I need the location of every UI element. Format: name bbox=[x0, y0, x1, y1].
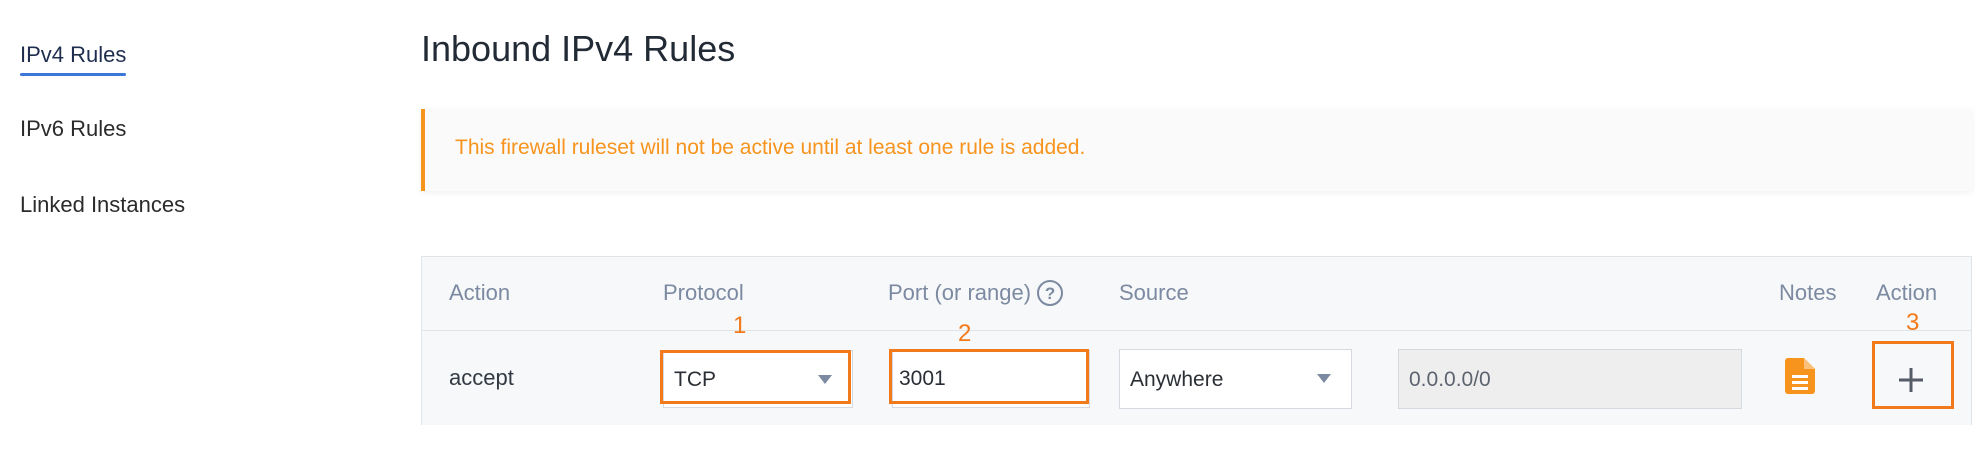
sidebar-item-linked-instances[interactable]: Linked Instances bbox=[20, 192, 185, 218]
sidebar-item-label: IPv6 Rules bbox=[20, 116, 127, 141]
page-title: Inbound IPv4 Rules bbox=[421, 28, 736, 69]
chevron-down-icon bbox=[1317, 374, 1331, 383]
sidebar-item-label: Linked Instances bbox=[20, 192, 186, 217]
plus-icon bbox=[1899, 368, 1923, 392]
help-icon[interactable]: ? bbox=[1037, 280, 1064, 306]
sidebar-item-ipv4-rules[interactable]: IPv4 Rules bbox=[20, 42, 127, 76]
source-select-value: Anywhere bbox=[1130, 368, 1224, 391]
sidebar-item-label: IPv4 Rules bbox=[20, 42, 127, 67]
column-header-protocol: Protocol bbox=[663, 280, 744, 305]
column-header-source: Source bbox=[1119, 280, 1189, 305]
column-header-notes: Notes bbox=[1779, 280, 1837, 305]
alert-message: This firewall ruleset will not be active… bbox=[455, 136, 1086, 159]
table-row: accept TCP 3001 Anywhere 0.0.0.0/0 bbox=[422, 331, 1971, 425]
port-input[interactable]: 3001 bbox=[892, 350, 1090, 408]
rules-table: Action Protocol Port (or range) ? Source… bbox=[421, 256, 1972, 425]
warning-alert: This firewall ruleset will not be active… bbox=[421, 109, 1972, 191]
protocol-select[interactable]: TCP bbox=[663, 350, 853, 408]
protocol-select-value: TCP bbox=[674, 368, 716, 391]
sidebar-item-ipv6-rules[interactable]: IPv6 Rules bbox=[20, 116, 126, 142]
column-header-port: Port (or range) ? bbox=[888, 280, 1064, 306]
firewall-page: IPv4 Rules IPv6 Rules Linked Instances I… bbox=[0, 0, 1986, 468]
port-input-value: 3001 bbox=[899, 367, 946, 390]
column-header-port-label: Port (or range) bbox=[888, 280, 1032, 305]
column-header-action: Action bbox=[449, 280, 511, 305]
table-header: Action Protocol Port (or range) ? Source… bbox=[422, 257, 1971, 331]
add-rule-button[interactable] bbox=[1874, 351, 1948, 409]
cidr-field: 0.0.0.0/0 bbox=[1398, 349, 1742, 409]
rule-action-value: accept bbox=[449, 365, 514, 390]
chevron-down-icon bbox=[818, 375, 832, 384]
column-header-action-2: Action bbox=[1876, 280, 1938, 305]
document-icon[interactable] bbox=[1785, 358, 1815, 394]
cidr-value: 0.0.0.0/0 bbox=[1409, 368, 1491, 391]
source-select[interactable]: Anywhere bbox=[1119, 349, 1352, 409]
